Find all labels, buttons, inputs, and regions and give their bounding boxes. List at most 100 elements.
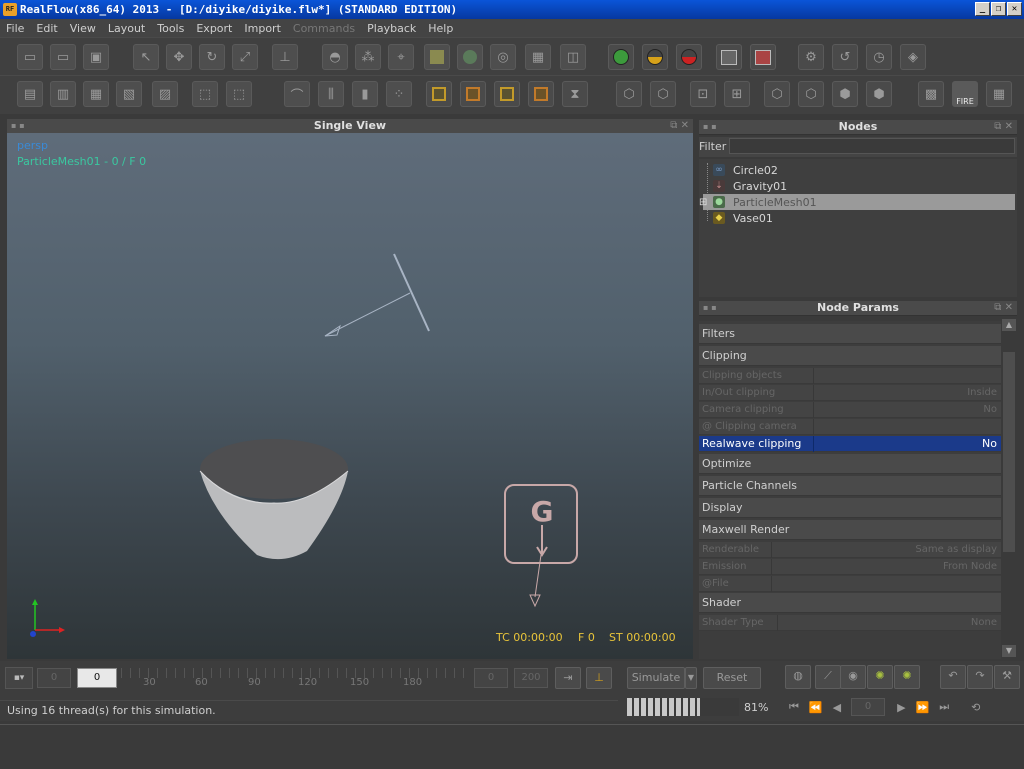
panel-controls-icon[interactable]: ⧉ ✕ <box>994 301 1013 315</box>
emitter-icon[interactable]: ◓ <box>322 44 348 70</box>
minimize-button[interactable]: _ <box>975 2 990 16</box>
object-icon[interactable]: ⌖ <box>388 44 414 70</box>
save-scene-icon[interactable]: ▣ <box>83 44 109 70</box>
filter-input[interactable] <box>729 138 1015 154</box>
export-object-icon[interactable]: ⬚ <box>226 81 252 107</box>
timeline-ruler[interactable]: 30 60 90 120 150 180 <box>121 668 466 690</box>
view-wire-cube-icon[interactable]: ⬡ <box>616 81 642 107</box>
relationship-editor-icon[interactable] <box>494 81 520 107</box>
move-tool-icon[interactable]: ✥ <box>166 44 192 70</box>
view-dotted-cube-icon[interactable]: ⬡ <box>650 81 676 107</box>
undo-icon[interactable]: ↶ <box>940 665 966 689</box>
play-forward-icon[interactable]: ▶ <box>897 701 905 714</box>
render-region-icon[interactable]: ▩ <box>918 81 944 107</box>
timeline-start-field[interactable]: 0 <box>37 668 71 688</box>
shading-smooth-icon[interactable]: ⬢ <box>832 81 858 107</box>
menu-view[interactable]: View <box>64 22 102 35</box>
script-event-icon[interactable]: ◈ <box>900 44 926 70</box>
reset-button[interactable]: Reset <box>703 667 761 689</box>
current-frame-field[interactable]: 0 <box>77 668 117 688</box>
camera-object-icon[interactable]: ◎ <box>490 44 516 70</box>
3d-viewport[interactable]: persp ParticleMesh01 - 0 / F 0 G TC 00:0… <box>7 133 693 659</box>
menu-file[interactable]: File <box>0 22 30 35</box>
panel-pin-icon[interactable]: ▪ ▪ <box>703 123 721 131</box>
timeline-end-field[interactable]: 0 <box>474 668 508 688</box>
particles-icon[interactable]: ✺ <box>867 665 893 689</box>
redo-icon[interactable]: ↷ <box>967 665 993 689</box>
link-tool-icon[interactable]: ⊥ <box>272 44 298 70</box>
menu-commands[interactable]: Commands <box>287 22 361 35</box>
add-camera-icon[interactable]: ▦ <box>83 81 109 107</box>
param-row[interactable]: @ Clipping camera <box>699 419 1001 435</box>
render-settings-icon[interactable]: ▦ <box>986 81 1012 107</box>
shading-textured-icon[interactable]: ⬢ <box>866 81 892 107</box>
step-forward-icon[interactable]: ⏩ <box>916 701 930 714</box>
particles-add-icon[interactable]: ✺ <box>894 665 920 689</box>
param-row[interactable]: Clipping objects <box>699 368 1001 384</box>
param-row[interactable]: Emission From Node <box>699 559 1001 575</box>
menu-edit[interactable]: Edit <box>30 22 63 35</box>
graph-editor-icon[interactable] <box>460 81 486 107</box>
gravity-gizmo[interactable]: G <box>504 484 578 608</box>
menu-playback[interactable]: Playback <box>361 22 422 35</box>
panel-pin-icon[interactable]: ▪ ▪ <box>11 122 29 130</box>
add-mesh-icon[interactable]: ▥ <box>50 81 76 107</box>
add-graph-icon[interactable]: ▧ <box>116 81 142 107</box>
timeline-fit-icon[interactable]: ⇥ <box>555 667 581 689</box>
daemon-icon[interactable]: ⁂ <box>355 44 381 70</box>
param-row[interactable]: Camera clipping No <box>699 402 1001 418</box>
edit-curve-icon[interactable]: ⟋ <box>815 665 841 689</box>
scroll-thumb[interactable] <box>1003 352 1015 552</box>
curve-editor-icon[interactable] <box>426 81 452 107</box>
param-row[interactable]: Shader Type None <box>699 615 1001 631</box>
section-shader[interactable]: Shader <box>699 593 1001 613</box>
section-display[interactable]: Display <box>699 498 1001 518</box>
hourglass-icon[interactable]: ⧗ <box>562 81 588 107</box>
param-row[interactable]: @File <box>699 576 1001 592</box>
params-scrollbar[interactable]: ▲ ▼ <box>1001 318 1017 659</box>
record-green-icon[interactable] <box>608 44 634 70</box>
menu-tools[interactable]: Tools <box>151 22 190 35</box>
menu-layout[interactable]: Layout <box>102 22 151 35</box>
close-button[interactable]: ✕ <box>1007 2 1022 16</box>
layout-curve-icon[interactable]: ⌒ <box>284 81 310 107</box>
view-frame-icon[interactable]: ⊡ <box>690 81 716 107</box>
eye-view-icon[interactable]: ◉ <box>840 665 866 689</box>
script-timer-icon[interactable]: ◷ <box>866 44 892 70</box>
mesh-object-icon[interactable] <box>457 44 483 70</box>
panel-controls-icon[interactable]: ⧉ ✕ <box>670 119 689 133</box>
box-object-icon[interactable]: ◫ <box>560 44 586 70</box>
scroll-up-icon[interactable]: ▲ <box>1002 319 1016 331</box>
node-item-circle02[interactable]: ∞ Circle02 <box>703 162 1015 178</box>
node-item-particlemesh01[interactable]: ⊞ ● ParticleMesh01 <box>699 194 1015 210</box>
node-item-gravity01[interactable]: ⇣ Gravity01 <box>703 178 1015 194</box>
timeline-max-field[interactable]: 200 <box>514 668 548 688</box>
wrench-icon[interactable]: ⚒ <box>994 665 1020 689</box>
shading-wire-icon[interactable]: ⬡ <box>764 81 790 107</box>
simulate-button[interactable]: Simulate <box>627 667 685 689</box>
panel-controls-icon[interactable]: ⧉ ✕ <box>994 120 1013 134</box>
layout-dots-icon[interactable]: ⁘ <box>386 81 412 107</box>
scroll-down-icon[interactable]: ▼ <box>1002 645 1016 657</box>
record-red-icon[interactable] <box>676 44 702 70</box>
menu-export[interactable]: Export <box>190 22 238 35</box>
loop-icon[interactable]: ⟲ <box>971 701 980 714</box>
section-filters[interactable]: Filters <box>699 324 1001 344</box>
batch-editor-icon[interactable] <box>528 81 554 107</box>
panel-pin-icon[interactable]: ▪ ▪ <box>703 304 721 312</box>
add-link-icon[interactable]: ▨ <box>152 81 178 107</box>
expand-icon[interactable]: ⊞ <box>699 197 707 208</box>
section-clipping[interactable]: Clipping <box>699 346 1001 366</box>
param-row[interactable]: Renderable Same as display <box>699 542 1001 558</box>
emitter-gizmo[interactable] <box>324 253 430 337</box>
playback-frame-field[interactable]: 0 <box>851 698 886 716</box>
rotate-tool-icon[interactable]: ↻ <box>199 44 225 70</box>
play-back-icon[interactable]: ◀ <box>833 701 841 714</box>
realwave-icon[interactable]: ◍ <box>785 665 811 689</box>
grid-object-icon[interactable]: ▦ <box>525 44 551 70</box>
section-optimize[interactable]: Optimize <box>699 454 1001 474</box>
script-loop-icon[interactable]: ↺ <box>832 44 858 70</box>
param-row-realwave-clipping[interactable]: Realwave clipping No <box>699 436 1001 452</box>
fire-render-icon[interactable]: FIRE <box>952 81 978 107</box>
shading-flat-icon[interactable]: ⬡ <box>798 81 824 107</box>
